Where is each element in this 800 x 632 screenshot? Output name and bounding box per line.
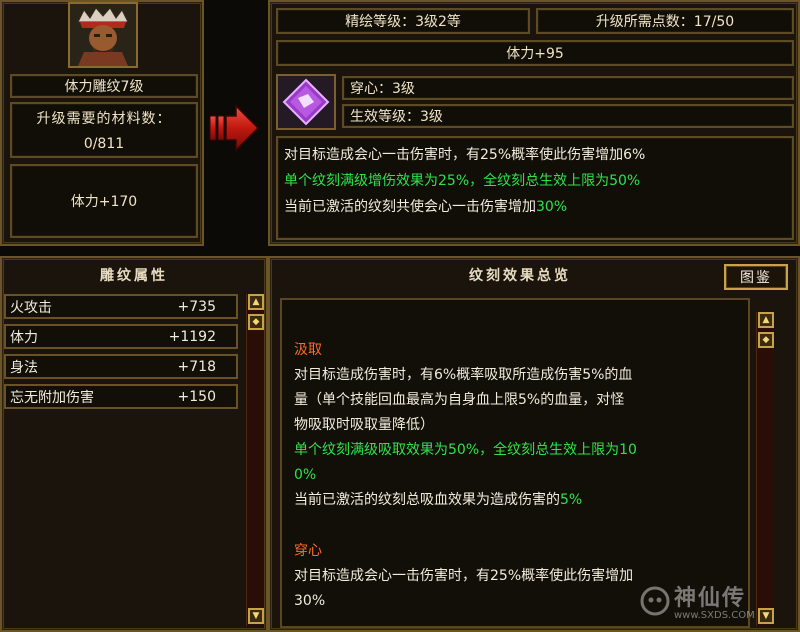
item-portrait-frame[interactable] bbox=[68, 2, 138, 68]
right-bonus-field: 体力+95 bbox=[276, 40, 794, 66]
attributes-scrollbar[interactable]: ▲ ◆ ▼ bbox=[246, 294, 264, 626]
effect-green-line: 单个纹刻满级吸取效果为50%，全纹刻总生效上限为10 bbox=[294, 442, 637, 458]
left-bonus-field: 体力+170 bbox=[10, 164, 198, 238]
effect-text-line: 物吸取时吸取量降低） bbox=[294, 417, 434, 433]
effect-active-text: 当前已激活的纹刻总吸血效果为造成伤害的 bbox=[294, 492, 560, 508]
attributes-panel: 雕纹属性 火攻击 +735 体力 +1192 身法 +718 忘无附加伤害 +1… bbox=[0, 256, 268, 632]
overview-title: 纹刻效果总览 bbox=[469, 268, 571, 284]
upgrade-points-field: 升级所需点数：17/50 bbox=[536, 8, 794, 34]
materials-label: 升级需要的材料数： bbox=[36, 111, 172, 127]
attribute-name: 身法 bbox=[10, 359, 38, 376]
right-bonus: 体力+95 bbox=[506, 46, 564, 62]
scroll-thumb[interactable]: ◆ bbox=[248, 314, 264, 330]
character-portrait-icon bbox=[70, 4, 136, 66]
scroll-thumb[interactable]: ◆ bbox=[758, 332, 774, 348]
effect-green-line: 0% bbox=[294, 467, 317, 483]
site-watermark: 神仙传 www.SXDS.COM bbox=[640, 578, 796, 628]
scroll-down-button[interactable]: ▼ bbox=[248, 608, 264, 624]
desc-line-1: 对目标造成会心一击伤害时，有25%概率使此伤害增加6% bbox=[284, 147, 646, 163]
diamond-icon: ◆ bbox=[762, 334, 770, 345]
desc-line-3: 当前已激活的纹刻共使会心一击伤害增加30% bbox=[284, 194, 786, 220]
attribute-row[interactable]: 身法 +718 bbox=[4, 354, 238, 379]
left-bonus: 体力+170 bbox=[70, 194, 138, 210]
scroll-up-button[interactable]: ▲ bbox=[248, 294, 264, 310]
attribute-value: +718 bbox=[177, 358, 216, 375]
desc-line-2: 单个纹刻满级增伤效果为25%，全纹刻总生效上限为50% bbox=[284, 173, 641, 189]
triangle-up-icon: ▲ bbox=[252, 296, 260, 307]
effect-text-line: 对目标造成伤害时，有6%概率吸取所造成伤害5%的血 bbox=[294, 367, 633, 383]
attribute-value: +1192 bbox=[168, 328, 216, 345]
attributes-list: 火攻击 +735 体力 +1192 身法 +718 忘无附加伤害 +150 bbox=[4, 294, 244, 628]
attribute-row[interactable]: 忘无附加伤害 +150 bbox=[4, 384, 238, 409]
skill-name: 穿心：3级 bbox=[350, 81, 415, 97]
materials-value: 0/811 bbox=[83, 136, 125, 152]
upgrade-arrow bbox=[206, 104, 260, 152]
item-name: 体力雕纹7级 bbox=[64, 79, 144, 95]
attributes-title: 雕纹属性 bbox=[100, 268, 168, 284]
attribute-value: +150 bbox=[177, 388, 216, 405]
equipment-card: 体力雕纹7级 升级需要的材料数： 0/811 体力+170 bbox=[0, 0, 204, 246]
effect-level-field: 生效等级：3级 bbox=[342, 104, 794, 128]
right-arrow-icon bbox=[209, 104, 260, 152]
attribute-value: +735 bbox=[177, 298, 216, 315]
scroll-up-button[interactable]: ▲ bbox=[758, 312, 774, 328]
desc-line-3-value: 30% bbox=[536, 199, 568, 215]
attribute-name: 忘无附加伤害 bbox=[10, 389, 94, 406]
item-name-field: 体力雕纹7级 bbox=[10, 74, 198, 98]
engrave-level: 精绘等级：3级2等 bbox=[345, 14, 461, 30]
desc-line-3-text: 当前已激活的纹刻共使会心一击伤害增加 bbox=[284, 199, 536, 215]
watermark-text: 神仙传 bbox=[674, 586, 747, 611]
materials-field: 升级需要的材料数： 0/811 bbox=[10, 102, 198, 158]
catalog-button-label: 图鉴 bbox=[740, 270, 772, 286]
engrave-level-field: 精绘等级：3级2等 bbox=[276, 8, 530, 34]
purple-gem-icon bbox=[278, 76, 334, 128]
effect-active-line: 当前已激活的纹刻总吸血效果为造成伤害的5% bbox=[294, 488, 748, 513]
diamond-icon: ◆ bbox=[252, 316, 260, 327]
overview-panel: 纹刻效果总览 图鉴 汲取 对目标造成伤害时，有6%概率吸取所造成伤害5%的血 量… bbox=[268, 256, 800, 632]
effect-text-line: 量（单个技能回血最高为自身血上限5%的血量，对怪 bbox=[294, 392, 625, 408]
attribute-row[interactable]: 火攻击 +735 bbox=[4, 294, 238, 319]
skill-icon-frame[interactable] bbox=[276, 74, 336, 130]
effect-active-value: 5% bbox=[560, 492, 583, 508]
watermark-url: www.SXDS.COM bbox=[674, 610, 755, 621]
triangle-up-icon: ▲ bbox=[762, 314, 770, 325]
attribute-row[interactable]: 体力 +1192 bbox=[4, 324, 238, 349]
upgrade-preview-card: 精绘等级：3级2等 升级所需点数：17/50 体力+95 穿心：3级 生效等级：… bbox=[268, 0, 800, 246]
catalog-button[interactable]: 图鉴 bbox=[724, 264, 788, 290]
attribute-name: 火攻击 bbox=[10, 299, 52, 316]
attribute-name: 体力 bbox=[10, 329, 38, 346]
skill-name-field: 穿心：3级 bbox=[342, 76, 794, 100]
effect-level: 生效等级：3级 bbox=[350, 109, 443, 125]
upgrade-points: 升级所需点数：17/50 bbox=[595, 14, 735, 30]
effect-heading-absorb: 汲取 bbox=[294, 342, 322, 358]
watermark-logo-icon bbox=[640, 586, 670, 616]
triangle-down-icon: ▼ bbox=[252, 610, 260, 621]
effect-heading-pierce: 穿心 bbox=[294, 543, 322, 559]
skill-description: 对目标造成会心一击伤害时，有25%概率使此伤害增加6% 单个纹刻满级增伤效果为2… bbox=[276, 136, 794, 240]
